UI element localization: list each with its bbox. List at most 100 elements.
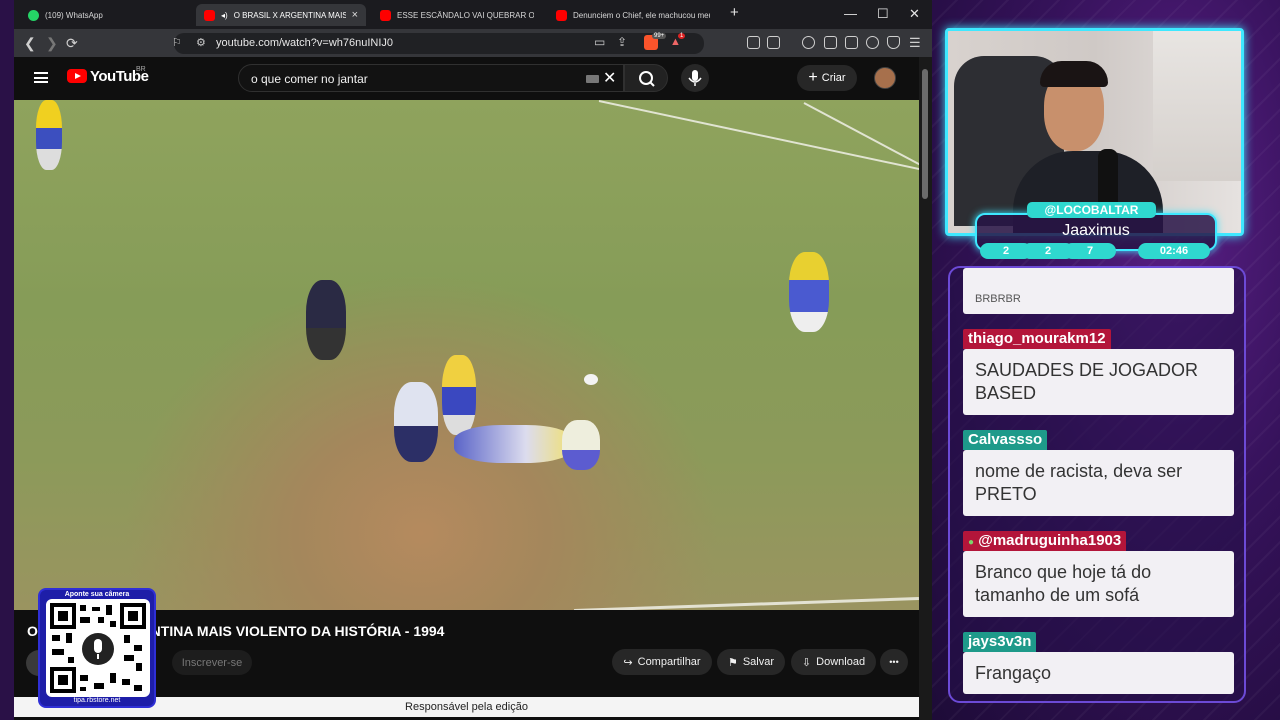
chat-message: Branco que hoje tá do tamanho de um sofá — [963, 551, 1234, 617]
youtube-icon — [204, 9, 215, 21]
qr-bottom-text: tipa.rbstore.net — [73, 697, 121, 704]
url-box[interactable]: ⚐ ⚙ youtube.com/watch?v=wh76nuINIJ0 ▭ ⇪ … — [172, 33, 704, 54]
clear-search-icon[interactable]: ✕ — [603, 68, 616, 88]
user-avatar[interactable] — [874, 67, 896, 89]
keyboard-icon[interactable] — [586, 75, 599, 83]
scrollbar[interactable] — [919, 57, 932, 720]
download-button[interactable]: ⇩ Download — [791, 649, 876, 675]
tab-label: Denunciem o Chief, ele machucou meus ser — [573, 10, 710, 20]
cast-icon[interactable]: ▭ — [594, 35, 605, 49]
music-icon[interactable] — [802, 36, 815, 49]
search-icon — [639, 71, 655, 87]
address-bar: ❮ ❯ ⟳ ⚐ ⚙ youtube.com/watch?v=wh76nuINIJ… — [14, 29, 932, 57]
chat-text: nome de racista, deva ser PRETO — [975, 461, 1183, 504]
qr-code — [46, 599, 150, 697]
share-button[interactable]: ↪ Compartilhar — [612, 649, 712, 675]
reload-icon[interactable]: ⟳ — [66, 35, 78, 52]
stream-timer: 02:46 — [1138, 243, 1210, 259]
chat-text: BRBRBR — [975, 293, 1021, 305]
webcam-shelf — [1153, 31, 1241, 181]
chat-message: BRBRBR — [963, 268, 1234, 314]
save-button[interactable]: ⚑ Salvar — [717, 649, 785, 675]
search-value[interactable]: o que comer no jantar — [251, 72, 368, 86]
video-player[interactable] — [14, 100, 919, 610]
more-actions-button[interactable]: ••• — [880, 649, 908, 675]
football-field — [14, 100, 919, 610]
plus-icon: + — [808, 69, 818, 86]
speaker-icon: ◂) — [221, 10, 228, 20]
bookmark-save-icon: ⚑ — [727, 656, 738, 669]
extensions-icon[interactable] — [747, 36, 760, 49]
tab-bar: (109) WhatsApp ◂) O BRASIL X ARGENTINA M… — [14, 0, 932, 29]
share-arrow-icon: ↪ — [623, 656, 633, 669]
region-label: BR — [136, 66, 146, 73]
leo-icon[interactable] — [866, 36, 879, 49]
create-label: Criar — [821, 72, 846, 84]
youtube-icon — [556, 9, 567, 21]
player-figure — [394, 382, 438, 462]
minimize-button[interactable]: — — [844, 6, 857, 21]
chat-panel: BRBRBR thiago_mourakm12 SAUDADES DE JOGA… — [948, 266, 1246, 703]
search-input[interactable]: o que comer no jantar ✕ — [238, 64, 624, 92]
tab-label: O BRASIL X ARGENTINA MAIS VIO — [233, 10, 346, 20]
chat-message: Frangaço — [963, 652, 1234, 694]
chat-username: thiago_mourakm12 — [963, 329, 1111, 349]
maximize-button[interactable]: ☐ — [877, 6, 889, 22]
football-ball — [584, 374, 598, 385]
url-text[interactable]: youtube.com/watch?v=wh76nuINIJ0 — [216, 37, 393, 49]
chat-message: nome de racista, deva ser PRETO — [963, 450, 1234, 516]
chat-username: @madruguinha1903 — [978, 532, 1122, 549]
share-icon[interactable]: ⇪ — [617, 35, 627, 49]
search-button[interactable] — [624, 64, 668, 92]
badge-icon: ● — [968, 537, 975, 548]
streamer-handle: @LOCOBALTAR — [1027, 202, 1156, 218]
player-figure — [306, 280, 346, 360]
wallet-icon[interactable] — [845, 36, 858, 49]
tab-label: ESSE ESCÂNDALO VAI QUEBRAR O BRASIL E — [397, 10, 534, 20]
chat-text: Branco que hoje tá do tamanho de um sofá — [975, 562, 1152, 605]
microphone-icon — [688, 70, 702, 86]
studio-microphone — [1098, 149, 1118, 209]
forward-icon[interactable]: ❯ — [46, 35, 58, 52]
qr-code-image — [50, 603, 146, 693]
download-icon: ⇩ — [801, 656, 812, 669]
tab-whatsapp[interactable]: (109) WhatsApp — [20, 4, 196, 26]
screenshot-icon[interactable] — [767, 36, 780, 49]
chat-message: SAUDADES DE JOGADOR BASED — [963, 349, 1234, 415]
tab-youtube-active[interactable]: ◂) O BRASIL X ARGENTINA MAIS VIO × — [196, 4, 366, 26]
site-settings-icon[interactable]: ⚙ — [196, 36, 206, 49]
player-figure — [789, 252, 829, 332]
voice-search-button[interactable] — [681, 64, 709, 92]
chat-username: jays3v3n — [963, 632, 1037, 652]
bookmark-icon[interactable]: ⚐ — [172, 36, 182, 49]
tab-youtube-2[interactable]: ESSE ESCÂNDALO VAI QUEBRAR O BRASIL E — [372, 4, 542, 26]
youtube-icon — [380, 9, 391, 21]
stat-pill: 7 — [1064, 243, 1116, 259]
player-figure — [454, 425, 574, 463]
qr-overlay: Aponte sua câmera tipa.rbstore.net — [38, 588, 156, 708]
vpn-icon[interactable] — [887, 36, 900, 49]
close-window-button[interactable]: ✕ — [909, 6, 920, 22]
alert-badge: 1 — [678, 33, 686, 39]
new-tab-button[interactable]: + — [730, 4, 739, 21]
share-label: Compartilhar — [637, 656, 701, 668]
menu-hamburger-icon[interactable] — [34, 72, 48, 83]
player-figure — [562, 420, 600, 470]
tab-youtube-3[interactable]: Denunciem o Chief, ele machucou meus ser — [548, 4, 718, 26]
player-figure — [442, 355, 476, 435]
subscribe-button[interactable]: Inscrever-se — [172, 650, 252, 675]
player-figure — [36, 100, 62, 170]
create-button[interactable]: + Criar — [797, 65, 857, 91]
chat-text: SAUDADES DE JOGADOR BASED — [975, 360, 1199, 403]
save-label: Salvar — [742, 656, 775, 668]
chat-username-tag: ● @madruguinha1903 — [963, 531, 1127, 551]
scrollbar-thumb[interactable] — [922, 69, 928, 199]
youtube-header: YouTube BR o que comer no jantar ✕ + Cri… — [14, 57, 932, 100]
back-icon[interactable]: ❮ — [24, 35, 36, 52]
menu-icon[interactable]: ☰ — [909, 35, 921, 51]
close-tab-icon[interactable]: × — [352, 9, 358, 21]
sidebar-icon[interactable] — [824, 36, 837, 49]
brave-count-badge: 99+ — [652, 33, 667, 39]
streamer-hair — [1040, 61, 1108, 87]
youtube-logo-icon[interactable] — [67, 69, 87, 83]
